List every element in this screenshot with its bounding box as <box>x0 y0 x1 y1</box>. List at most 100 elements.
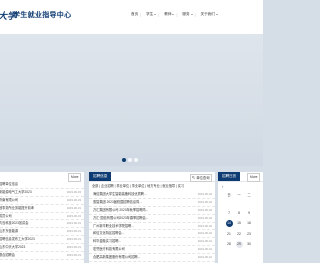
list-item[interactable]: 万汇·国信有限公司2023年春季招聘会... 2023-06-02 <box>89 215 215 223</box>
list-item[interactable]: 招聘单位信息 <box>0 181 84 189</box>
calendar-day[interactable]: 28 <box>226 241 233 248</box>
item-date: 2023-05-31 <box>66 253 81 258</box>
site-title[interactable]: 学生就业指导中心 <box>13 10 71 20</box>
company-search-button[interactable]: 单位查询 <box>189 173 212 182</box>
list-item[interactable]: 宏誉医疗科技有限公司 2023-06-01 <box>89 246 215 255</box>
item-title: 招聘信息发布工大学2023 <box>0 237 35 242</box>
nav-divider: | <box>194 12 196 17</box>
item-date: 2023-06-01 <box>197 247 212 252</box>
nav-item[interactable]: 学生 | <box>146 12 159 17</box>
item-title: 宏誉医疗科技有限公司 <box>93 247 125 252</box>
calendar-day <box>226 199 233 206</box>
list-item[interactable]: 和信文化特区招聘会... 2023-06-02 <box>89 230 215 239</box>
item-title: 山东中天大学2023 <box>0 245 26 250</box>
site-header: 大学 学生就业指导中心 首页|学生|教师|服务|关于我们 <box>0 0 263 34</box>
list-item[interactable]: 济南有限公司 2023-06-03 <box>0 197 84 205</box>
carousel-dot[interactable] <box>122 158 126 162</box>
item-title: 招聘单位信息 <box>0 182 19 186</box>
item-title: 合肥高新集团股份有限公司招聘... <box>93 255 141 260</box>
list-item[interactable]: 招聘信息发布工大学2023 2023-05-31 <box>0 236 84 245</box>
list-item[interactable]: 山东东营能源 2023-05-31 <box>0 228 84 237</box>
item-date: 2023-06-02 <box>197 215 212 220</box>
hero-banner[interactable] <box>0 34 263 166</box>
item-title: 青岛科技2023宣讲会 <box>0 221 29 226</box>
item-date: 2023-06-02 <box>197 192 212 196</box>
list-item[interactable]: 合肥高新集团股份有限公司招聘... 2023-06-01 <box>89 254 215 263</box>
recruitment-panel: 招聘信息 单位查询 全部 | 企业招聘 | 事业单位 | 事业单位 | 地方专业… <box>89 172 215 263</box>
nav-divider: | <box>140 12 142 17</box>
item-title: 济南有限公司 <box>0 197 19 202</box>
list-item[interactable]: 万汇集团有限公司 2023年秋季招聘简... 2023-06-02 <box>89 207 215 215</box>
item-date: 2023-06-02 <box>197 231 212 236</box>
weekday-label: 日 <box>227 193 231 197</box>
list-item[interactable]: 联合招聘会 2023-05-31 <box>0 252 84 260</box>
item-date: 2023-05-31 <box>66 229 81 234</box>
list-item[interactable]: 广州新华职业技术学院招聘... 2023-06-02 <box>89 223 215 231</box>
calendar-day[interactable]: 22 <box>236 231 243 238</box>
list-item[interactable]: 青岛科技2023宣讲会 2023-06-01 <box>0 220 84 229</box>
chevron-left-icon[interactable]: ‹ <box>222 184 223 190</box>
item-date: 2023-06-01 <box>66 205 81 210</box>
calendar-day[interactable]: 9 <box>246 210 253 217</box>
nav-label: 教师 <box>164 12 172 16</box>
item-title: 和信文化特区招聘会... <box>93 231 125 236</box>
calendar-month: ‹ <box>218 182 263 190</box>
item-title: 惠智集团 2023届校园招聘信息简... <box>93 199 142 204</box>
nav-item[interactable]: 服务 | <box>182 12 195 17</box>
calendar-day[interactable]: 14 <box>225 220 233 227</box>
calendar-day[interactable]: 16 <box>246 220 253 227</box>
panel-title[interactable]: 招聘信息 <box>89 172 112 181</box>
news-panel-left: More 招聘单位信息新能源电气工大学2023 2023-06-03 济南有限公司 2… <box>0 172 84 263</box>
chevron-down-icon <box>154 14 157 15</box>
list-item[interactable]: 海信集团大学生智能装备科技优质聘... 2023-06-02 <box>89 191 215 199</box>
chevron-down-icon <box>172 14 175 15</box>
list-item[interactable]: 山东中天大学2023 2023-05-31 <box>0 244 84 253</box>
calendar-day[interactable]: 7 <box>226 210 233 217</box>
carousel-dot[interactable] <box>128 158 132 162</box>
calendar-day[interactable]: 23 <box>246 231 253 238</box>
calendar-day[interactable]: 29 <box>235 241 243 248</box>
item-date: 2023-06-03 <box>66 197 81 202</box>
chevron-down-icon <box>190 14 193 15</box>
nav-divider: | <box>158 12 160 17</box>
calendar-day[interactable]: 8 <box>236 210 243 217</box>
item-date: 2023-06-01 <box>197 239 212 244</box>
item-title: 万汇·国信有限公司2023年春季招聘会... <box>93 215 149 220</box>
item-title: 万汇集团有限公司 2023年秋季招聘简... <box>93 207 149 212</box>
panel-title[interactable]: 招聘日历 <box>218 172 241 181</box>
nav-label: 首页 <box>131 12 139 16</box>
list-item[interactable]: 科华金融实习招聘... 2023-06-01 <box>89 238 215 247</box>
search-icon <box>192 176 196 179</box>
item-title: 冠事务所业务能提升前辈 <box>0 205 35 210</box>
more-link[interactable]: More <box>247 173 260 182</box>
item-date: 2023-05-31 <box>66 245 81 250</box>
list-item[interactable]: 新能源电气工大学2023 2023-06-03 <box>0 189 84 197</box>
nav-item[interactable]: 教师 | <box>164 12 177 17</box>
panel-header: 招聘信息 单位查询 <box>89 172 215 182</box>
nav-label: 服务 <box>182 12 190 16</box>
recruitment-list: 海信集团大学生智能装备科技优质聘... 2023-06-02 惠智集团 2023届校… <box>89 191 215 263</box>
calendar-panel: 招聘日历 More ‹ 日 一 二 7 8 9 14 15 16 21 22 23 28 29 30 <box>218 172 263 263</box>
calendar-day <box>236 199 243 206</box>
list-item[interactable]: 成员公司 2023-06-01 <box>0 213 84 221</box>
weekday-header: 日一二 <box>224 192 263 199</box>
search-label: 单位查询 <box>196 175 210 180</box>
panel-header: More <box>0 172 84 182</box>
item-date: 2023-06-02 <box>197 199 212 204</box>
calendar-day[interactable]: 21 <box>226 231 233 238</box>
nav-item[interactable]: 首页 | <box>131 12 141 17</box>
item-date: 2023-06-01 <box>66 213 81 218</box>
item-title: 成员公司 <box>0 213 12 218</box>
carousel-indicators <box>122 158 140 162</box>
list-item[interactable]: 惠智集团 2023届校园招聘信息简... 2023-06-02 <box>89 199 215 207</box>
category-tabs[interactable]: 全部 | 企业招聘 | 事业单位 | 事业单位 | 地方专业 | 就业指导 | … <box>89 182 215 191</box>
nav-label: 学生 <box>146 12 154 16</box>
calendar-day[interactable]: 15 <box>236 220 243 227</box>
calendar-day[interactable]: 30 <box>246 241 253 248</box>
carousel-dot[interactable] <box>134 158 138 162</box>
item-date: 2023-06-03 <box>66 189 81 194</box>
nav-item[interactable]: 关于我们 <box>201 12 218 17</box>
item-date: 2023-06-02 <box>197 223 212 228</box>
calendar-day <box>246 199 253 206</box>
list-item[interactable]: 冠事务所业务能提升前辈 2023-06-01 <box>0 205 84 213</box>
